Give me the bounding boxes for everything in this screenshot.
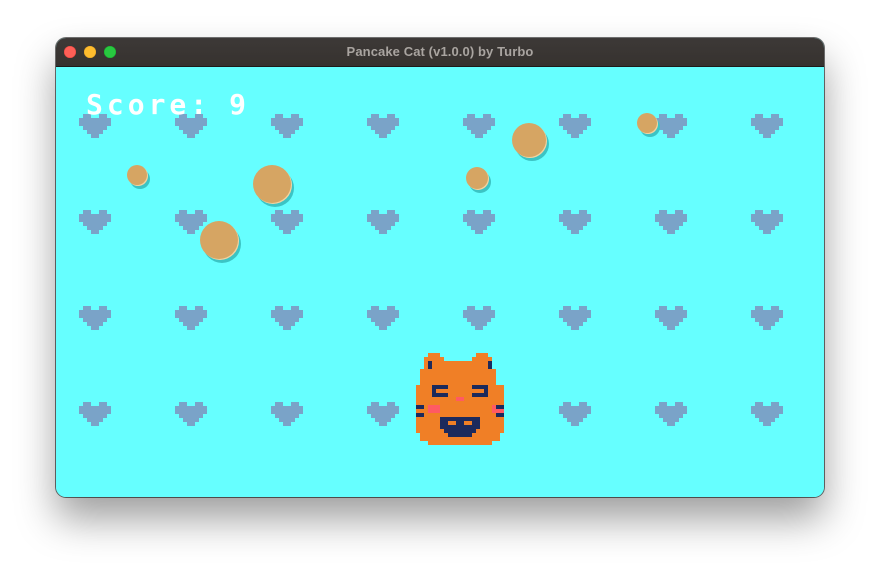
window-title: Pancake Cat (v1.0.0) by Turbo <box>346 44 534 59</box>
heart-icon <box>559 210 591 234</box>
heart-icon <box>463 114 495 138</box>
pancake-icon <box>127 165 150 189</box>
heart-icon <box>655 402 687 426</box>
heart-icon <box>79 402 111 426</box>
heart-icon <box>175 210 207 234</box>
heart-icon <box>367 306 399 330</box>
heart-icon <box>463 306 495 330</box>
pancake-icon <box>512 123 549 161</box>
heart-icon <box>559 402 591 426</box>
heart-icon <box>751 306 783 330</box>
pancake-icon <box>253 165 294 207</box>
heart-icon <box>367 210 399 234</box>
heart-icon <box>175 306 207 330</box>
heart-icon <box>559 306 591 330</box>
heart-icon <box>271 114 303 138</box>
game-canvas[interactable]: Score: 9 <box>56 67 824 497</box>
pancake-icon <box>637 113 660 137</box>
pancake-icon <box>200 221 241 263</box>
heart-icon <box>271 306 303 330</box>
heart-icon <box>463 210 495 234</box>
heart-icon <box>271 210 303 234</box>
heart-icon <box>751 114 783 138</box>
game-window: Pancake Cat (v1.0.0) by Turbo Score: 9 <box>56 38 824 497</box>
title-bar[interactable]: Pancake Cat (v1.0.0) by Turbo <box>56 38 824 67</box>
heart-icon <box>367 402 399 426</box>
pancake-icon <box>466 167 491 193</box>
score-value: 9 <box>229 88 251 121</box>
heart-icon <box>751 210 783 234</box>
heart-icon <box>79 210 111 234</box>
heart-icon <box>559 114 591 138</box>
heart-icon <box>271 402 303 426</box>
heart-icon <box>751 402 783 426</box>
heart-icon <box>655 306 687 330</box>
player-cat[interactable] <box>416 353 504 445</box>
score-label: Score: <box>86 88 212 121</box>
heart-icon <box>175 402 207 426</box>
heart-icon <box>655 210 687 234</box>
pancakes-layer <box>127 113 660 263</box>
heart-icon <box>79 306 111 330</box>
game-scene <box>79 113 783 445</box>
heart-icon <box>367 114 399 138</box>
score-display: Score: 9 <box>86 90 250 120</box>
